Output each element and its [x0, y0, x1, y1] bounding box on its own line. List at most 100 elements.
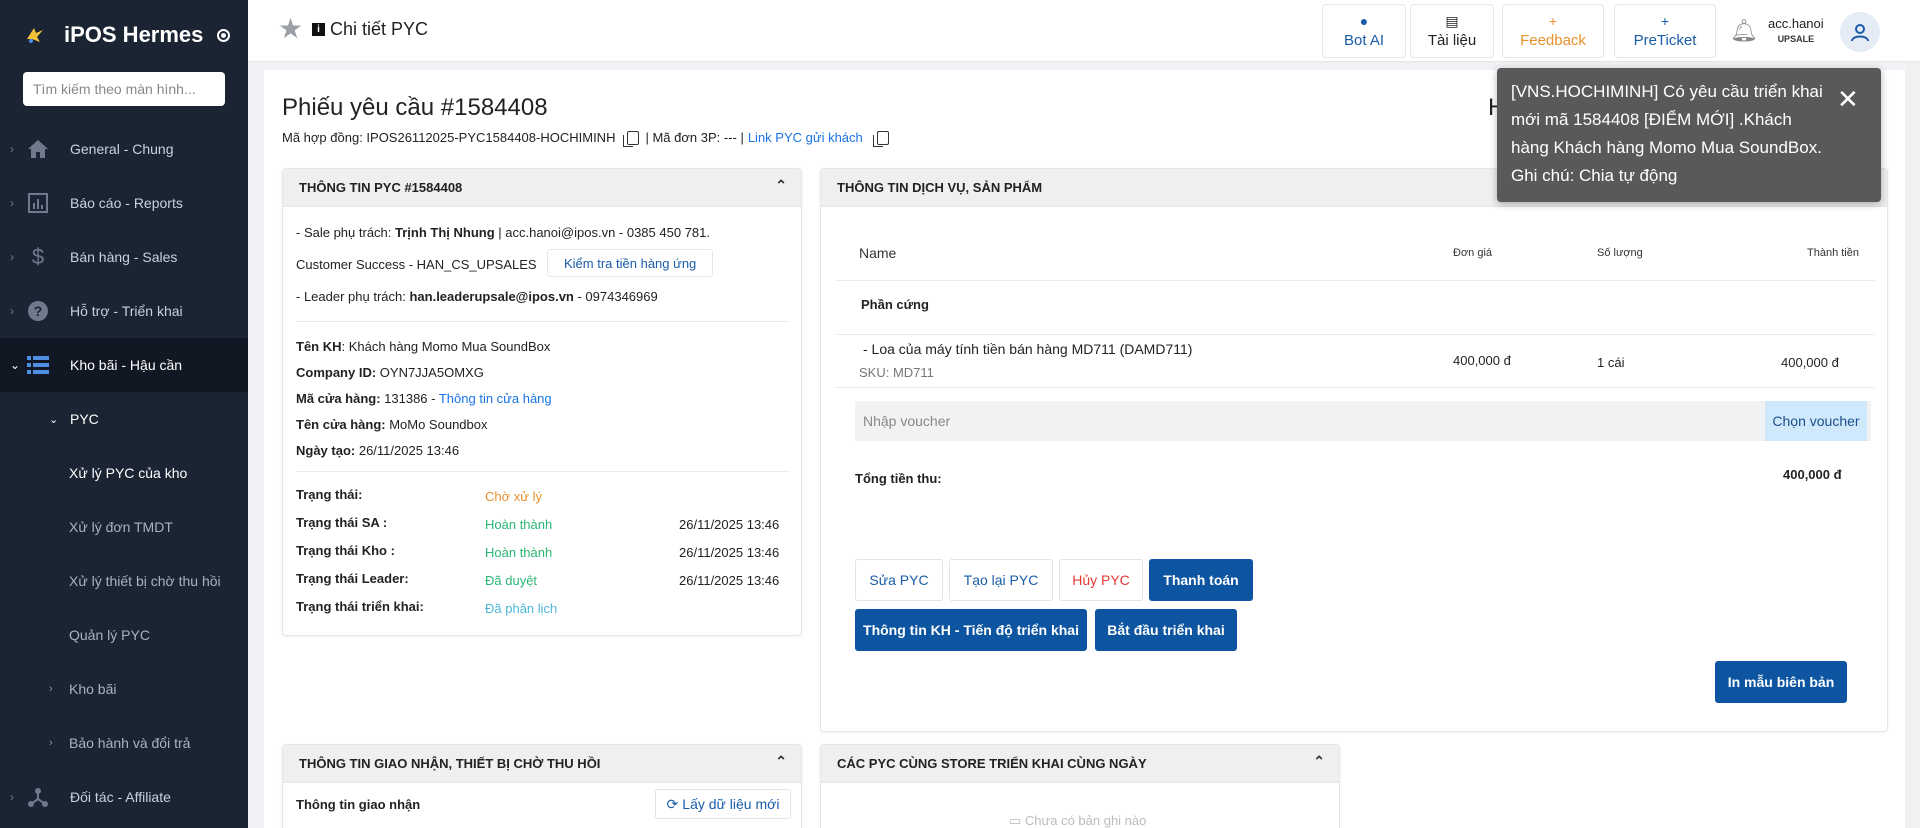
bot-ai-button[interactable]: ● Bot AI	[1322, 4, 1406, 58]
group-row: Phần cứng	[861, 297, 929, 312]
sidebar-item-support[interactable]: › ? Hỗ trợ - Triển khai	[0, 284, 248, 338]
preticket-label: PreTicket	[1633, 31, 1697, 49]
sidebar-item-label: Kho bãi - Hậu cần	[70, 357, 183, 373]
contract-code: Mã hợp đồng: IPOS26112025-PYC1584408-HOC…	[282, 130, 616, 145]
sidebar-item-label: Hỗ trợ - Triển khai	[70, 303, 183, 319]
sidebar-subitem-label: Xử lý thiết bị chờ thu hồi	[69, 573, 221, 589]
empty-icon: ▭	[1009, 813, 1025, 828]
col-name: Name	[859, 245, 897, 261]
refresh-button[interactable]: ⟳ Lấy dữ liệu mới	[655, 789, 791, 819]
col-price: Đơn giá	[1453, 247, 1493, 259]
store-code-row: Mã cửa hàng: 131386 - Thông tin cửa hàng	[296, 391, 552, 406]
status-badge: Đã phân lịch	[485, 601, 558, 616]
chevron-up-icon[interactable]: ⌃	[775, 177, 787, 194]
status-badge: Đã duyệt	[485, 573, 538, 588]
store-name-row: Tên cửa hàng: MoMo Soundbox	[296, 417, 488, 432]
chevron-right-icon: ›	[10, 304, 14, 318]
sidebar-search-input[interactable]: Tìm kiếm theo màn hình...	[23, 72, 225, 106]
topbar: ★ i Chi tiết PYC ● Bot AI ▤ Tài liệu + F…	[248, 0, 1920, 62]
start-deploy-button[interactable]: Bắt đầu triển khai	[1095, 609, 1237, 651]
sidebar-subitem-label: Bảo hành và đổi trả	[69, 735, 191, 751]
chat-icon: ●	[1359, 12, 1369, 29]
recreate-pyc-button[interactable]: Tạo lại PYC	[949, 559, 1053, 601]
contract-line: Mã hợp đồng: IPOS26112025-PYC1584408-HOC…	[282, 130, 895, 147]
chevron-down-icon: ⌄	[10, 358, 21, 372]
sidebar-subitem-kho-bai[interactable]: › Kho bãi	[0, 662, 248, 716]
sidebar-item-label: General - Chung	[70, 141, 174, 157]
status-label: Trạng thái Leader:	[296, 571, 409, 586]
status-badge: Chờ xử lý	[485, 489, 542, 504]
sidebar-item-warehouse[interactable]: ⌄ Kho bãi - Hậu cần	[0, 338, 248, 392]
copy-icon[interactable]	[623, 130, 640, 147]
divider	[835, 334, 1875, 335]
chevron-up-icon[interactable]: ⌃	[1313, 753, 1325, 770]
sidebar-item-label: Báo cáo - Reports	[70, 195, 183, 211]
sidebar-item-label: Đối tác - Affiliate	[70, 789, 171, 805]
product-name: - Loa của máy tính tiền bán hàng MD711 (…	[863, 341, 1193, 357]
chevron-up-icon[interactable]: ⌃	[775, 753, 787, 770]
plus-icon: +	[1660, 12, 1670, 29]
panel-header[interactable]: THÔNG TIN GIAO NHẬN, THIẾT BỊ CHỜ THU HỒ…	[283, 745, 801, 783]
chevron-right-icon: ›	[49, 683, 53, 695]
scrollbar[interactable]	[1905, 62, 1920, 828]
sale-row: - Sale phụ trách: Trịnh Thị Nhung | acc.…	[296, 225, 710, 240]
account-info[interactable]: acc.hanoi UPSALE	[1768, 16, 1824, 44]
product-total: 400,000 đ	[1781, 355, 1839, 370]
bell-icon[interactable]: 🔔︎	[1730, 18, 1758, 44]
pay-button[interactable]: Thanh toán	[1149, 559, 1253, 601]
status-label: Trạng thái SA :	[296, 515, 388, 530]
sidebar-subitem-label: PYC	[70, 411, 99, 427]
toast-message: [VNS.HOCHIMINH] Có yêu cầu triển khai mớ…	[1511, 82, 1823, 185]
sidebar-item-general[interactable]: › General - Chung	[0, 122, 248, 176]
sidebar-subitem-tmdt[interactable]: Xử lý đơn TMDT	[0, 500, 248, 554]
account-role: UPSALE	[1777, 34, 1815, 44]
sidebar-subitem-label: Xử lý PYC của kho	[69, 465, 188, 481]
progress-button[interactable]: Thông tin KH - Tiến độ triển khai	[855, 609, 1087, 651]
panel-header[interactable]: THÔNG TIN PYC #1584408 ⌃	[283, 169, 801, 207]
sidebar-item-label: Bán hàng - Sales	[70, 249, 178, 265]
sidebar-subitem-kho-pyc[interactable]: Xử lý PYC của kho	[0, 446, 248, 500]
divider	[835, 280, 1875, 281]
check-advance-button[interactable]: Kiểm tra tiền hàng ứng	[547, 249, 714, 277]
chart-icon	[26, 191, 50, 215]
preticket-button[interactable]: + PreTicket	[1614, 4, 1716, 58]
empty-state: ▭ Chưa có bản ghi nào	[1009, 813, 1147, 828]
sidebar-subitem-recall[interactable]: Xử lý thiết bị chờ thu hồi	[0, 554, 248, 608]
sidebar-item-sales[interactable]: › $ Bán hàng - Sales	[0, 230, 248, 284]
edit-pyc-button[interactable]: Sửa PYC	[855, 559, 943, 601]
notification-toast: [VNS.HOCHIMINH] Có yêu cầu triển khai mớ…	[1497, 68, 1881, 202]
print-minutes-button[interactable]: In mẫu biên bản	[1715, 661, 1847, 703]
star-icon[interactable]: ★	[278, 14, 308, 44]
choose-voucher-button[interactable]: Chọn voucher	[1765, 401, 1867, 441]
col-qty: Số lượng	[1597, 247, 1643, 259]
sidebar-item-affiliate[interactable]: › Đối tác - Affiliate	[0, 770, 248, 824]
sidebar-subitem-label: Xử lý đơn TMDT	[69, 519, 173, 535]
status-date: 26/11/2025 13:46	[679, 545, 780, 560]
panel-header[interactable]: CÁC PYC CÙNG STORE TRIỂN KHAI CÙNG NGÀY …	[821, 745, 1339, 783]
docs-button[interactable]: ▤ Tài liệu	[1410, 4, 1494, 58]
cancel-pyc-button[interactable]: Hủy PYC	[1059, 559, 1143, 601]
chevron-down-icon: ⌄	[49, 413, 59, 426]
sidebar-subitem-manage-pyc[interactable]: Quản lý PYC	[0, 608, 248, 662]
panel-title: THÔNG TIN DỊCH VỤ, SẢN PHẨM	[837, 180, 1043, 195]
radio-icon[interactable]	[217, 28, 231, 42]
company-row: Company ID: OYN7JJA5OMXG	[296, 365, 484, 380]
brand[interactable]: iPOS Hermes	[0, 0, 248, 70]
sidebar-item-reports[interactable]: › Báo cáo - Reports	[0, 176, 248, 230]
sidebar-subitem-pyc[interactable]: ⌄ PYC	[0, 392, 248, 446]
copy-icon[interactable]	[872, 130, 889, 147]
brand-name: iPOS Hermes	[64, 22, 204, 47]
close-icon[interactable]: ✕	[1837, 86, 1859, 112]
avatar[interactable]	[1840, 12, 1880, 52]
account-name: acc.hanoi	[1768, 16, 1824, 31]
pyc-link[interactable]: Link PYC gửi khách	[748, 130, 863, 145]
info-icon: i	[312, 22, 325, 36]
store-info-link[interactable]: Thông tin cửa hàng	[439, 391, 552, 406]
sidebar-subitem-warranty[interactable]: › Bảo hành và đổi trả	[0, 716, 248, 770]
network-icon	[26, 785, 50, 809]
chevron-right-icon: ›	[10, 142, 14, 156]
page-title: Chi tiết PYC	[330, 18, 429, 39]
chevron-right-icon: ›	[10, 790, 14, 804]
feedback-button[interactable]: + Feedback	[1502, 4, 1604, 58]
voucher-input[interactable]: Nhập voucher	[855, 401, 1871, 441]
